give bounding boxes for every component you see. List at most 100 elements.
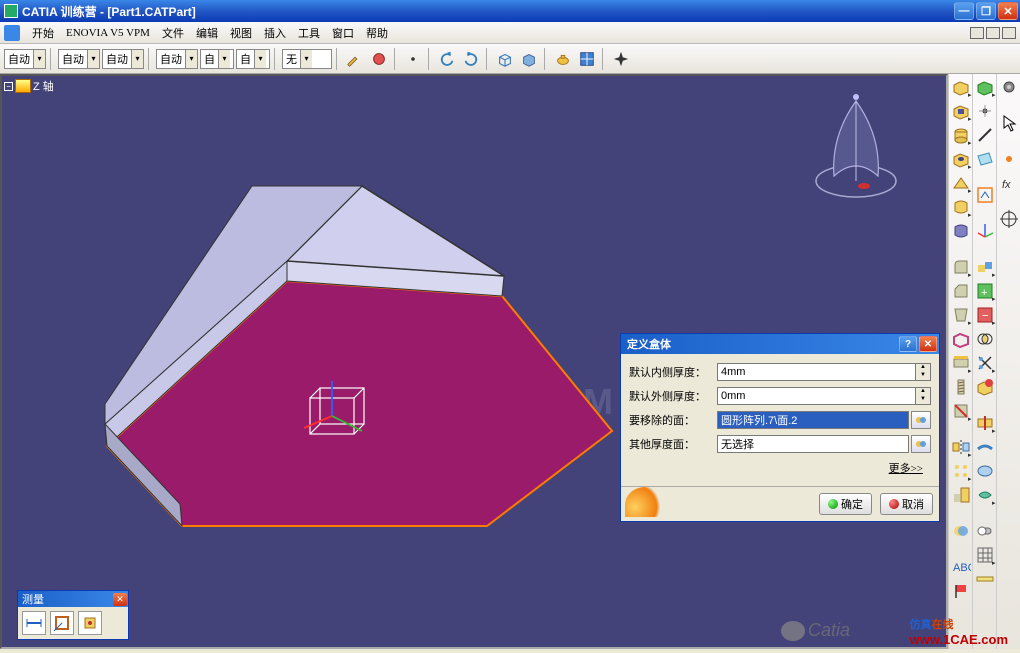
dot-icon[interactable] <box>402 48 424 70</box>
minimize-button[interactable]: — <box>954 2 974 20</box>
toolbar-select-1[interactable]: 自动 <box>4 49 46 69</box>
ok-button[interactable]: 确定 <box>819 493 872 515</box>
menu-view[interactable]: 视图 <box>224 23 258 43</box>
fillet-icon[interactable] <box>950 256 972 278</box>
grid-mesh-icon[interactable] <box>576 48 598 70</box>
menu-edit[interactable]: 编辑 <box>190 23 224 43</box>
toolbar-select-4[interactable]: 自动 <box>156 49 198 69</box>
formula-icon[interactable]: fx <box>998 172 1020 194</box>
outer-thickness-spinner[interactable]: ▲▼ <box>915 387 931 405</box>
close-button[interactable]: ✕ <box>998 2 1018 20</box>
hole-icon[interactable] <box>950 148 972 170</box>
undo-icon[interactable] <box>436 48 458 70</box>
inner-thickness-input[interactable]: 4mm <box>717 363 916 381</box>
menu-start[interactable]: 开始 <box>26 23 60 43</box>
faces-remove-picker-icon[interactable] <box>911 411 931 429</box>
grid-toggle-icon[interactable] <box>974 544 996 566</box>
arrow-cursor-icon[interactable] <box>998 112 1020 134</box>
split-icon[interactable] <box>974 412 996 434</box>
remove-multi-icon[interactable] <box>950 220 972 242</box>
remove-lump-icon[interactable] <box>974 376 996 398</box>
target-icon[interactable] <box>998 208 1020 230</box>
tree-axis-label[interactable]: Z 轴 <box>33 78 54 94</box>
plane-tool-icon[interactable] <box>974 148 996 170</box>
measure-inertia-icon[interactable] <box>78 611 102 635</box>
cancel-button[interactable]: 取消 <box>880 493 933 515</box>
brush-icon[interactable] <box>344 48 366 70</box>
line-tool-icon[interactable] <box>974 124 996 146</box>
other-thickness-input[interactable]: 无选择 <box>717 435 909 453</box>
measure-toggle-icon[interactable] <box>974 568 996 590</box>
scale-icon[interactable] <box>950 484 972 506</box>
shell-icon[interactable] <box>950 328 972 350</box>
intersect-icon[interactable] <box>974 328 996 350</box>
orange-dot-icon[interactable] <box>998 148 1020 170</box>
dialog-close-button[interactable]: ✕ <box>919 336 937 352</box>
doc-restore-button[interactable] <box>986 27 1000 39</box>
dialog-more-link[interactable]: 更多>> <box>889 463 923 475</box>
body-icon[interactable] <box>974 76 996 98</box>
mirror-icon[interactable] <box>950 436 972 458</box>
draft-icon[interactable] <box>950 304 972 326</box>
menu-insert[interactable]: 插入 <box>258 23 292 43</box>
toolbar-select-none[interactable]: 无 <box>282 49 332 69</box>
part-model[interactable] <box>32 126 682 626</box>
catia-menu-icon[interactable] <box>4 25 20 41</box>
remove-face-icon[interactable] <box>950 400 972 422</box>
thickness-icon[interactable] <box>950 352 972 374</box>
rib-icon[interactable] <box>950 172 972 194</box>
close-surface-icon[interactable] <box>974 460 996 482</box>
pattern-icon[interactable] <box>950 460 972 482</box>
palette-close-button[interactable]: ✕ <box>113 593 127 606</box>
point-tool-icon[interactable] <box>974 100 996 122</box>
measure-palette[interactable]: 测量 ✕ <box>17 590 129 640</box>
toolbar-select-3[interactable]: 自动 <box>102 49 144 69</box>
multi-section-icon[interactable] <box>950 196 972 218</box>
axis-system-icon[interactable] <box>974 220 996 242</box>
trim-icon[interactable] <box>974 352 996 374</box>
toolbar-select-5[interactable]: 自 <box>200 49 234 69</box>
measure-between-icon[interactable] <box>22 611 46 635</box>
toolbar-select-6[interactable]: 自 <box>236 49 270 69</box>
add-icon[interactable]: + <box>974 280 996 302</box>
assemble-icon[interactable] <box>974 256 996 278</box>
menu-help[interactable]: 帮助 <box>360 23 394 43</box>
measure-item-icon[interactable] <box>50 611 74 635</box>
gear-icon[interactable] <box>998 76 1020 98</box>
shaft-icon[interactable] <box>950 124 972 146</box>
faces-to-remove-input[interactable]: 圆形阵列.7\面.2 <box>717 411 909 429</box>
flag-icon[interactable] <box>950 580 972 602</box>
abc-annotation-icon[interactable]: ABC <box>950 556 972 578</box>
menu-window[interactable]: 窗口 <box>326 23 360 43</box>
dialog-titlebar[interactable]: 定义盒体 ? ✕ <box>621 334 939 354</box>
menu-file[interactable]: 文件 <box>156 23 190 43</box>
teapot-icon[interactable] <box>552 48 574 70</box>
chamfer-icon[interactable] <box>950 280 972 302</box>
sparkle-icon[interactable] <box>610 48 632 70</box>
palette-titlebar[interactable]: 测量 ✕ <box>18 591 128 607</box>
menu-tools[interactable]: 工具 <box>292 23 326 43</box>
thread-icon[interactable] <box>950 376 972 398</box>
spec-tree-fragment[interactable]: − Z 轴 <box>4 78 54 94</box>
inner-thickness-spinner[interactable]: ▲▼ <box>915 363 931 381</box>
outer-thickness-input[interactable]: 0mm <box>717 387 916 405</box>
cube-wire-icon[interactable] <box>494 48 516 70</box>
menu-enovia[interactable]: ENOVIA V5 VPM <box>60 25 156 41</box>
boolean-icon[interactable] <box>950 520 972 542</box>
maximize-button[interactable]: ❐ <box>976 2 996 20</box>
redo-icon[interactable] <box>460 48 482 70</box>
pad-icon[interactable] <box>950 76 972 98</box>
doc-minimize-button[interactable] <box>970 27 984 39</box>
remove-icon[interactable]: − <box>974 304 996 326</box>
constraint-toggle-icon[interactable] <box>974 520 996 542</box>
pocket-icon[interactable] <box>950 100 972 122</box>
sew-icon[interactable] <box>974 484 996 506</box>
view-compass[interactable] <box>806 86 906 206</box>
cube-solid-icon[interactable] <box>518 48 540 70</box>
sketch-icon[interactable] <box>974 184 996 206</box>
doc-close-button[interactable] <box>1002 27 1016 39</box>
tree-expand-icon[interactable]: − <box>4 82 13 91</box>
paint-icon[interactable] <box>368 48 390 70</box>
dialog-help-button[interactable]: ? <box>899 336 917 352</box>
toolbar-select-2[interactable]: 自动 <box>58 49 100 69</box>
